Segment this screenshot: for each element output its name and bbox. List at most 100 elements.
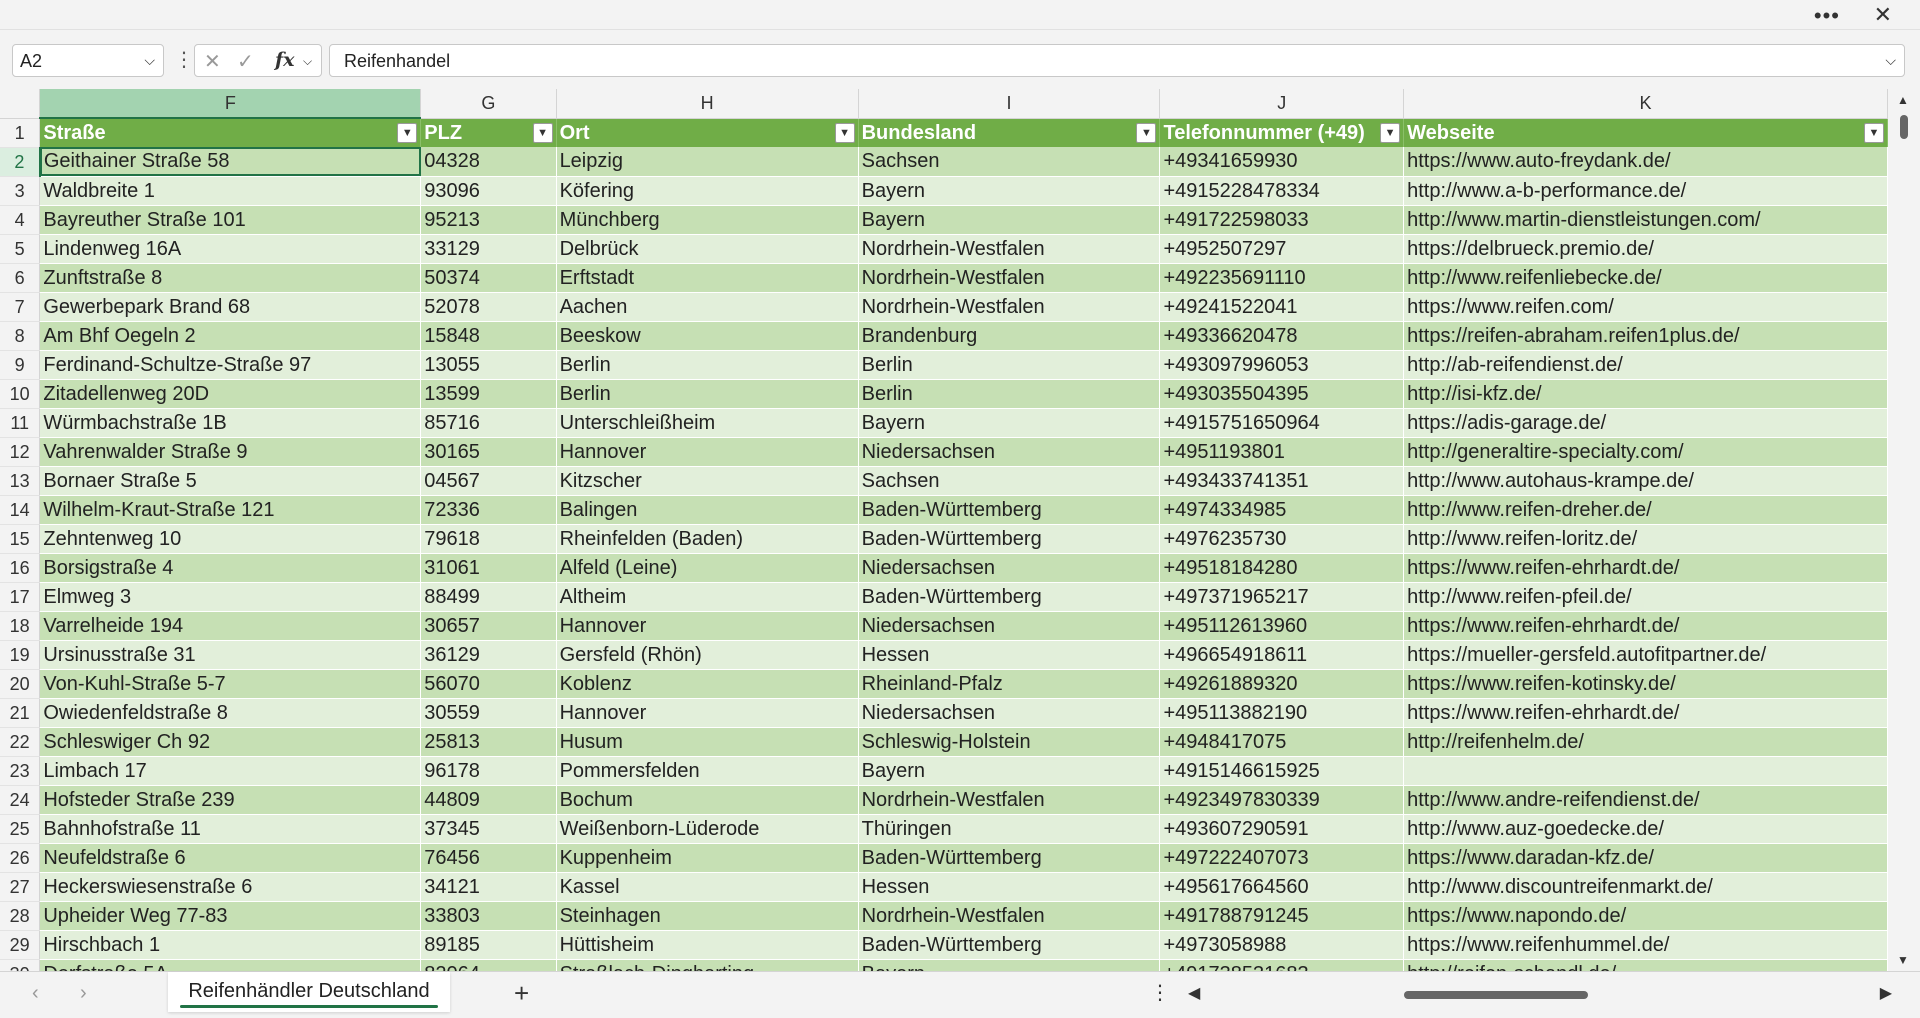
formula-input[interactable]: Reifenhandel ⌵	[329, 44, 1905, 77]
table-cell[interactable]: Von-Kuhl-Straße 5-7	[39, 669, 422, 699]
vertical-scrollbar[interactable]: ▲ ▼	[1888, 89, 1920, 971]
filter-dropdown-icon[interactable]: ▼	[397, 123, 418, 143]
column-header-f[interactable]: F	[39, 89, 422, 119]
insert-function-icon[interactable]: fx	[275, 49, 295, 71]
filter-dropdown-icon[interactable]: ▼	[834, 122, 855, 143]
table-cell[interactable]: http://www.discountreifenmarkt.de/	[1403, 872, 1888, 902]
table-cell[interactable]: http://isi-kfz.de/	[1403, 379, 1888, 409]
header-cell-strasse[interactable]: Straße ▼	[39, 118, 422, 147]
table-cell[interactable]: Thüringen	[858, 814, 1161, 844]
table-cell[interactable]: Köfering	[556, 176, 859, 206]
table-cell[interactable]: Hannover	[556, 698, 859, 728]
table-cell[interactable]: +4976235730	[1159, 524, 1405, 554]
row-header[interactable]: 7	[0, 292, 41, 322]
more-options-icon[interactable]: •••	[1814, 3, 1840, 29]
row-header[interactable]: 4	[0, 205, 41, 235]
table-cell[interactable]: Ferdinand-Schultze-Straße 97	[39, 350, 422, 380]
checkmark-icon[interactable]: ✓	[237, 49, 254, 74]
table-cell[interactable]: Kassel	[556, 872, 859, 902]
table-cell[interactable]: Rheinland-Pfalz	[858, 669, 1161, 699]
table-cell[interactable]: http://reifen-schandl.de/	[1403, 959, 1888, 971]
previous-sheet-icon[interactable]: ‹	[32, 982, 39, 1005]
table-cell[interactable]: Schleswig-Holstein	[858, 727, 1161, 757]
table-cell[interactable]: Limbach 17	[39, 756, 422, 786]
scroll-left-icon[interactable]: ◀	[1188, 983, 1200, 1003]
row-header[interactable]: 14	[0, 495, 41, 525]
row-header[interactable]: 21	[0, 698, 41, 728]
table-cell[interactable]: Am Bhf Oegeln 2	[39, 321, 422, 351]
table-cell[interactable]: Upheider Weg 77-83	[39, 901, 422, 931]
table-cell[interactable]: Geithainer Straße 58	[39, 147, 422, 177]
table-cell[interactable]: Schleswiger Ch 92	[39, 727, 422, 757]
table-cell[interactable]: +4915751650964	[1159, 408, 1405, 438]
table-cell[interactable]: +4915146615925	[1159, 756, 1405, 786]
table-cell[interactable]: Baden-Württemberg	[858, 524, 1161, 554]
vertical-dots-icon[interactable]: ⋮	[174, 47, 194, 72]
table-cell[interactable]: Brandenburg	[858, 321, 1161, 351]
table-cell[interactable]: https://www.auto-freydank.de/	[1403, 147, 1888, 177]
table-cell[interactable]: +495112613960	[1159, 611, 1405, 641]
scroll-thumb[interactable]	[1404, 991, 1588, 999]
table-cell[interactable]: +497371965217	[1159, 582, 1405, 612]
table-cell[interactable]: Baden-Württemberg	[858, 930, 1161, 960]
table-cell[interactable]: +4951193801	[1159, 437, 1405, 467]
table-cell[interactable]: +493433741351	[1159, 466, 1405, 496]
table-cell[interactable]: Sachsen	[858, 147, 1161, 177]
table-cell[interactable]: http://ab-reifendienst.de/	[1403, 350, 1888, 380]
table-cell[interactable]: +496654918611	[1159, 640, 1405, 670]
table-cell[interactable]: Varrelheide 194	[39, 611, 422, 641]
table-cell[interactable]: 37345	[420, 814, 557, 844]
table-cell[interactable]: https://www.reifen.com/	[1403, 292, 1888, 322]
table-cell[interactable]: Waldbreite 1	[39, 176, 422, 206]
filter-dropdown-icon[interactable]: ▼	[1380, 122, 1401, 143]
filter-dropdown-icon[interactable]: ▼	[532, 122, 553, 143]
table-cell[interactable]: Gersfeld (Rhön)	[556, 640, 859, 670]
table-cell[interactable]: +49261889320	[1159, 669, 1405, 699]
table-cell[interactable]: +4948417075	[1159, 727, 1405, 757]
table-cell[interactable]: Baden-Württemberg	[858, 495, 1161, 525]
table-cell[interactable]: +491788791245	[1159, 901, 1405, 931]
table-cell[interactable]: +495113882190	[1159, 698, 1405, 728]
table-cell[interactable]: Niedersachsen	[858, 698, 1161, 728]
table-cell[interactable]	[1403, 756, 1888, 786]
table-cell[interactable]: Bahnhofstraße 11	[39, 814, 422, 844]
table-cell[interactable]: Lindenweg 16A	[39, 234, 422, 264]
row-header[interactable]: 22	[0, 727, 41, 757]
table-cell[interactable]: Owiedenfeldstraße 8	[39, 698, 422, 728]
table-cell[interactable]: Nordrhein-Westfalen	[858, 263, 1161, 293]
table-cell[interactable]: https://www.daradan-kfz.de/	[1403, 843, 1888, 873]
table-cell[interactable]: Ursinusstraße 31	[39, 640, 422, 670]
table-cell[interactable]: http://generaltire-specialty.com/	[1403, 437, 1888, 467]
scroll-right-icon[interactable]: ▶	[1880, 983, 1892, 1003]
table-cell[interactable]: http://www.autohaus-krampe.de/	[1403, 466, 1888, 496]
row-header[interactable]: 28	[0, 901, 41, 931]
add-sheet-icon[interactable]: +	[514, 978, 529, 1009]
expand-formula-icon[interactable]: ⌵	[1885, 52, 1896, 69]
table-cell[interactable]: +493607290591	[1159, 814, 1405, 844]
table-cell[interactable]: +4915228478334	[1159, 176, 1405, 206]
row-header[interactable]: 6	[0, 263, 41, 293]
table-cell[interactable]: http://reifenhelm.de/	[1403, 727, 1888, 757]
row-header[interactable]: 16	[0, 553, 41, 583]
column-header-j[interactable]: J	[1159, 89, 1405, 119]
table-cell[interactable]: +49241522041	[1159, 292, 1405, 322]
table-cell[interactable]: 25813	[420, 727, 557, 757]
row-header[interactable]: 12	[0, 437, 41, 467]
column-header-g[interactable]: G	[420, 89, 557, 119]
table-cell[interactable]: Dorfstraße 5A	[39, 959, 422, 971]
table-cell[interactable]: Bornaer Straße 5	[39, 466, 422, 496]
table-cell[interactable]: Berlin	[556, 350, 859, 380]
table-cell[interactable]: 56070	[420, 669, 557, 699]
header-cell-plz[interactable]: PLZ ▼	[420, 118, 557, 147]
table-cell[interactable]: 04567	[420, 466, 557, 496]
table-cell[interactable]: Berlin	[556, 379, 859, 409]
table-cell[interactable]: Bayern	[858, 205, 1161, 235]
table-cell[interactable]: Altheim	[556, 582, 859, 612]
row-header[interactable]: 29	[0, 930, 41, 960]
table-cell[interactable]: Alfeld (Leine)	[556, 553, 859, 583]
select-all-corner[interactable]	[0, 89, 41, 119]
header-cell-ort[interactable]: Ort ▼	[556, 118, 859, 147]
table-cell[interactable]: https://adis-garage.de/	[1403, 408, 1888, 438]
table-cell[interactable]: 89185	[420, 930, 557, 960]
table-cell[interactable]: http://www.martin-dienstleistungen.com/	[1403, 205, 1888, 235]
